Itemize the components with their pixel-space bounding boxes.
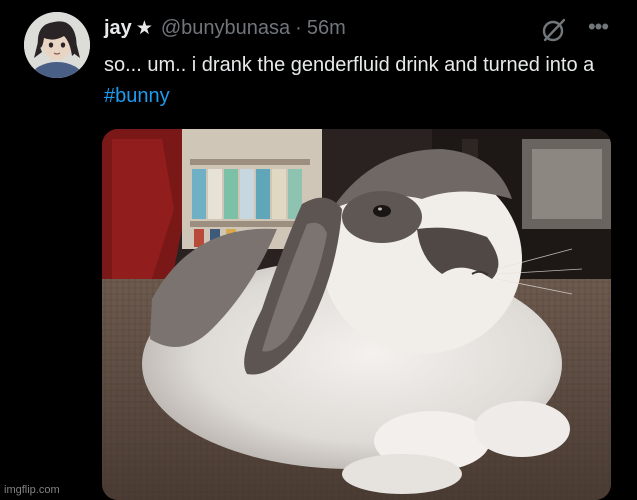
avatar-image <box>24 12 90 78</box>
rabbit-photo <box>102 129 611 500</box>
watermark: imgflip.com <box>4 484 60 496</box>
timestamp[interactable]: 56m <box>307 17 346 40</box>
tweet-text-body: so... um.. i drank the genderfluid drink… <box>104 54 595 76</box>
tweet-media-photo[interactable] <box>102 129 611 500</box>
avatar[interactable] <box>24 12 90 78</box>
display-name[interactable]: jay <box>104 17 132 40</box>
more-options-icon[interactable]: ••• <box>584 14 612 40</box>
hashtag-link[interactable]: #bunny <box>104 85 170 107</box>
tweet-header: jay ★ @bunybunasa · 56m <box>104 13 346 43</box>
tweet: jay ★ @bunybunasa · 56m ••• so... um.. i… <box>0 0 637 500</box>
user-handle[interactable]: @bunybunasa <box>161 17 290 40</box>
separator-dot: · <box>295 16 302 39</box>
star-icon: ★ <box>135 17 153 39</box>
tweet-text: so... um.. i drank the genderfluid drink… <box>104 50 604 112</box>
grok-icon[interactable] <box>541 17 567 43</box>
